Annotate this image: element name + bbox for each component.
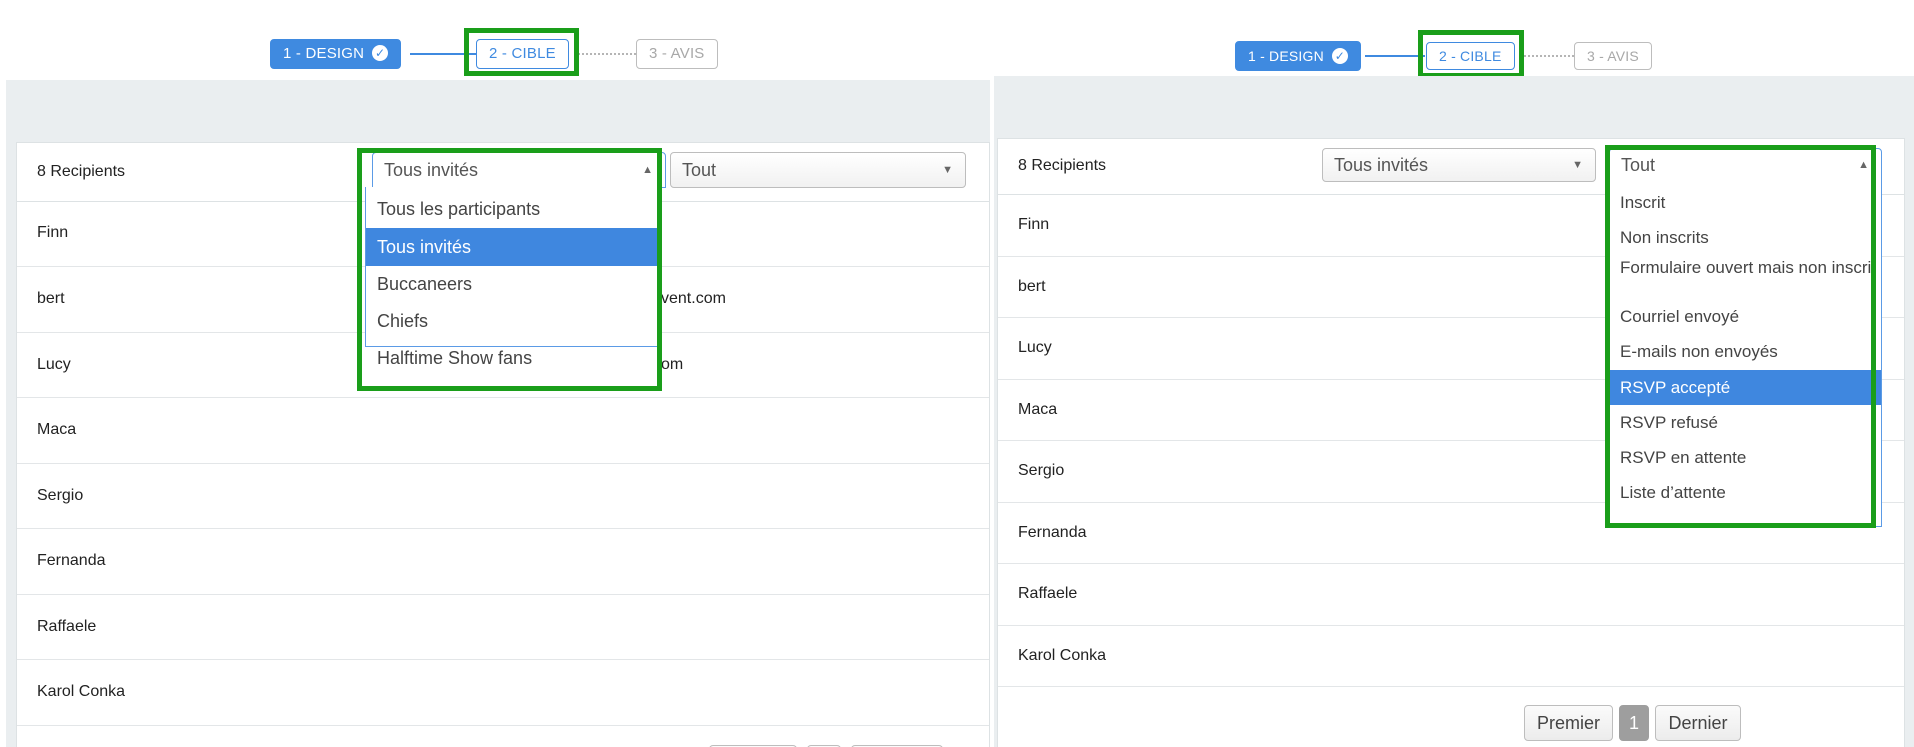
- group-dropdown-list: Tous les participants Tous invités Bucca…: [365, 187, 661, 368]
- recipient-name: Maca: [37, 421, 77, 438]
- dropdown-option[interactable]: Inscrit: [1609, 186, 1881, 220]
- group-select[interactable]: Tous invités ▲: [372, 152, 666, 188]
- step-cible-label: 2 - CIBLE: [489, 45, 556, 62]
- dropdown-option[interactable]: Courriel envoyé: [1609, 299, 1881, 334]
- step-connector-dotted: [575, 53, 636, 55]
- table-row[interactable]: Sergio: [17, 464, 989, 529]
- step-avis[interactable]: 3 - AVIS: [1574, 42, 1652, 70]
- status-dropdown-list: Inscrit Non inscrits Formulaire ouvert m…: [1608, 181, 1882, 527]
- recipients-count: 8 Recipients: [37, 163, 126, 180]
- status-select[interactable]: Tout ▲: [1609, 148, 1882, 182]
- caret-up-icon: ▲: [642, 164, 653, 176]
- recipient-name: Raffaele: [37, 618, 97, 635]
- recipient-name: Lucy: [1018, 339, 1052, 356]
- step-design-label: 1 - DESIGN: [283, 45, 365, 62]
- table-row[interactable]: Fernanda: [17, 529, 989, 595]
- status-select[interactable]: Tout ▼: [670, 152, 966, 188]
- dropdown-option-selected[interactable]: RSVP accepté: [1609, 370, 1881, 405]
- recipient-name: Karol Conka: [37, 683, 126, 700]
- recipient-email: vent.com: [661, 290, 726, 307]
- dropdown-option[interactable]: Formulaire ouvert mais non inscrit: [1609, 257, 1881, 297]
- table-row[interactable]: Raffaele: [998, 564, 1904, 626]
- step-cible[interactable]: 2 - CIBLE: [1426, 42, 1515, 70]
- step-avis-label: 3 - AVIS: [1587, 48, 1639, 64]
- dropdown-option-selected[interactable]: Tous invités: [366, 228, 660, 266]
- step-design[interactable]: 1 - DESIGN ✓: [1235, 41, 1361, 71]
- group-select-value: Tous invités: [384, 160, 479, 180]
- recipient-name: Maca: [1018, 401, 1058, 418]
- recipient-name: bert: [37, 290, 65, 307]
- dropdown-option[interactable]: Liste d’attente: [1609, 475, 1881, 510]
- step-avis[interactable]: 3 - AVIS: [636, 39, 718, 69]
- right-panel: 1 - DESIGN ✓ 2 - CIBLE 3 - AVIS 8 Recipie…: [994, 0, 1914, 747]
- step-connector: [1365, 55, 1425, 57]
- step-connector: [410, 53, 476, 55]
- recipient-name: Sergio: [1018, 462, 1065, 479]
- recipient-name: bert: [1018, 278, 1046, 295]
- recipients-count: 8 Recipients: [1018, 157, 1107, 174]
- dropdown-option[interactable]: Buccaneers: [366, 266, 660, 303]
- table-row[interactable]: Karol Conka: [998, 626, 1904, 687]
- content-area: 8 Recipients Tous invités ▲ Tout ▼ Finn …: [6, 80, 990, 747]
- step-bar: 1 - DESIGN ✓ 2 - CIBLE 3 - AVIS: [0, 0, 990, 80]
- check-circle-icon: ✓: [372, 45, 389, 62]
- recipient-name: Karol Conka: [1018, 647, 1107, 664]
- pager-last-button[interactable]: Dernier: [1655, 705, 1741, 741]
- dropdown-option[interactable]: Non inscrits: [1609, 220, 1881, 255]
- pager-page-button[interactable]: 1: [1619, 705, 1649, 741]
- dropdown-option[interactable]: E-mails non envoyés: [1609, 334, 1881, 369]
- step-avis-label: 3 - AVIS: [649, 45, 705, 62]
- step-connector-dotted: [1520, 55, 1574, 57]
- recipient-name: Fernanda: [1018, 524, 1087, 541]
- dropdown-option[interactable]: Tous les participants: [366, 192, 660, 227]
- table-row[interactable]: Raffaele: [17, 595, 989, 660]
- caret-down-icon: ▼: [1572, 159, 1583, 171]
- step-design[interactable]: 1 - DESIGN ✓: [270, 39, 402, 69]
- dropdown-option[interactable]: Chiefs: [366, 303, 660, 340]
- recipient-name: Raffaele: [1018, 585, 1078, 602]
- caret-up-icon: ▲: [1858, 159, 1869, 171]
- caret-down-icon: ▼: [942, 164, 953, 176]
- recipient-name: Fernanda: [37, 552, 106, 569]
- table-row[interactable]: Karol Conka: [17, 660, 989, 726]
- left-panel: 1 - DESIGN ✓ 2 - CIBLE 3 - AVIS 8 Recipie…: [0, 0, 990, 747]
- dropdown-option[interactable]: Halftime Show fans: [366, 340, 660, 377]
- step-design-label: 1 - DESIGN: [1248, 48, 1324, 64]
- status-select-value: Tout: [682, 160, 717, 180]
- recipient-name: Finn: [37, 224, 69, 241]
- status-select-value: Tout: [1621, 155, 1656, 175]
- content-area: 8 Recipients Tous invités ▼ Tout ▲ Finn …: [994, 76, 1914, 747]
- dropdown-option[interactable]: RSVP refusé: [1609, 405, 1881, 440]
- group-select[interactable]: Tous invités ▼: [1322, 148, 1596, 182]
- step-bar: 1 - DESIGN ✓ 2 - CIBLE 3 - AVIS: [994, 0, 1914, 78]
- recipient-name: Sergio: [37, 487, 84, 504]
- recipient-name: Finn: [1018, 216, 1050, 233]
- step-cible[interactable]: 2 - CIBLE: [476, 39, 569, 69]
- recipient-email: om: [661, 356, 684, 373]
- pager-first-button[interactable]: Premier: [1524, 705, 1613, 741]
- table-row[interactable]: Maca: [17, 398, 989, 464]
- dropdown-option[interactable]: RSVP en attente: [1609, 440, 1881, 475]
- group-select-value: Tous invités: [1334, 155, 1429, 175]
- step-cible-label: 2 - CIBLE: [1439, 48, 1502, 64]
- recipient-name: Lucy: [37, 356, 71, 373]
- check-circle-icon: ✓: [1331, 48, 1348, 65]
